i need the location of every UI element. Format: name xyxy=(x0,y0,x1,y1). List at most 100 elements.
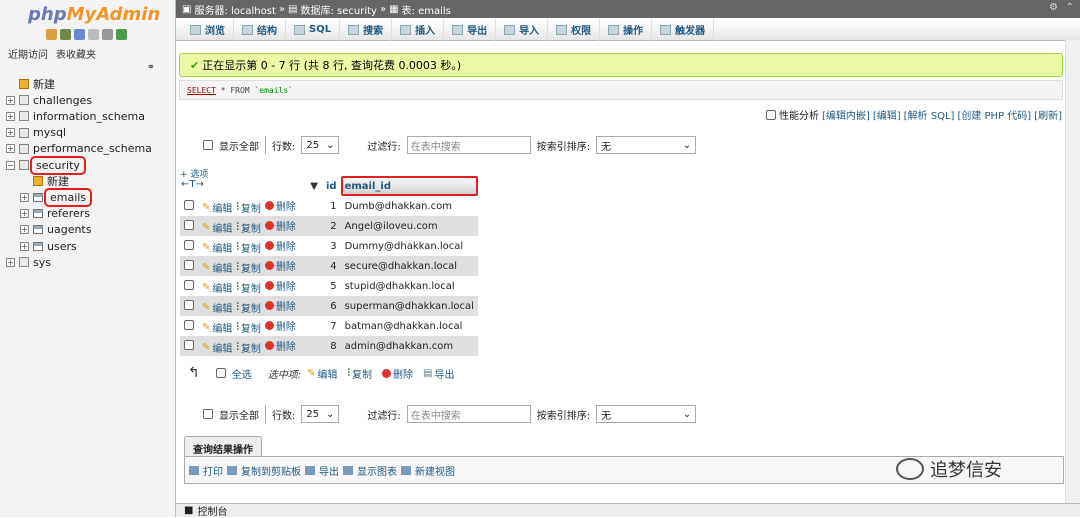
tree-item-label[interactable]: referers xyxy=(47,207,90,220)
sql-keyword[interactable]: SELECT xyxy=(187,86,216,95)
rows-select[interactable]: 25 ⌄ xyxy=(301,405,340,423)
expand-icon[interactable]: + xyxy=(6,95,15,105)
inline-edit-link[interactable]: [编辑内嵌] xyxy=(822,107,870,122)
tree-item-label[interactable]: performance_schema xyxy=(33,142,152,155)
tab-privileges[interactable]: 权限 xyxy=(548,18,601,41)
cell-id[interactable]: 3 xyxy=(322,236,341,256)
tree-item-label[interactable]: information_schema xyxy=(33,110,145,123)
cell-id[interactable]: 4 xyxy=(322,256,341,276)
edit-button[interactable]: ✎ 编辑 xyxy=(202,220,232,235)
delete-button[interactable]: 删除 xyxy=(264,218,296,233)
copy-button[interactable]: ⫶ 复制 xyxy=(236,200,261,215)
copy-button[interactable]: ⫶ 复制 xyxy=(236,280,261,295)
reload-icon[interactable] xyxy=(116,29,127,40)
delete-button[interactable]: 删除 xyxy=(264,298,296,313)
sort-select[interactable]: 无 ⌄ xyxy=(596,405,697,423)
bulk-export-button[interactable]: ▤ 导出 xyxy=(423,366,454,381)
cell-id[interactable]: 2 xyxy=(322,216,341,236)
tree-item-label[interactable]: 新建 xyxy=(33,76,55,92)
tab-sql[interactable]: SQL xyxy=(286,18,341,41)
sort-select[interactable]: 无 ⌄ xyxy=(596,136,697,154)
breadcrumb-table[interactable]: 表: emails xyxy=(402,2,451,17)
row-checkbox[interactable] xyxy=(184,319,194,330)
tree-item-label[interactable]: uagents xyxy=(47,223,91,236)
sql-query-display[interactable]: SELECT * FROM `emails` xyxy=(179,80,1063,100)
tab-import[interactable]: 导入 xyxy=(496,18,549,41)
chain-link-icon[interactable]: ⚭ xyxy=(147,62,155,73)
edit-button[interactable]: ✎ 编辑 xyxy=(202,300,232,315)
edit-button[interactable]: ✎ 编辑 xyxy=(202,200,232,215)
favorites-tab[interactable]: 表收藏夹 xyxy=(54,45,98,62)
tree-item[interactable]: + emails xyxy=(20,187,93,207)
collapse-icon[interactable]: ⌃ xyxy=(1066,2,1074,13)
cell-email[interactable]: secure@dhakkan.local xyxy=(340,256,478,276)
row-checkbox[interactable] xyxy=(184,199,194,210)
refresh-link[interactable]: [刷新] xyxy=(1034,107,1062,122)
cell-email[interactable]: Dumb@dhakkan.com xyxy=(340,196,478,216)
tab-operations[interactable]: 操作 xyxy=(600,18,653,41)
edit-link[interactable]: [编辑] xyxy=(873,107,901,122)
cell-id[interactable]: 5 xyxy=(322,276,341,296)
tab-triggers[interactable]: 触发器 xyxy=(652,18,715,41)
delete-button[interactable]: 删除 xyxy=(264,278,296,293)
expand-icon[interactable]: + xyxy=(20,241,29,251)
explain-sql-link[interactable]: [解析 SQL] xyxy=(904,107,955,122)
profiling-checkbox[interactable] xyxy=(766,109,777,120)
row-checkbox[interactable] xyxy=(184,339,194,350)
tree-item[interactable]: 新建 xyxy=(20,173,69,189)
delete-button[interactable]: 删除 xyxy=(264,238,296,253)
edit-button[interactable]: ✎ 编辑 xyxy=(202,320,232,335)
tree-item[interactable]: + performance_schema xyxy=(6,141,152,157)
copy-button[interactable]: ⫶ 复制 xyxy=(236,260,261,275)
tab-export[interactable]: 导出 xyxy=(444,18,497,41)
collapse-icon[interactable]: − xyxy=(6,160,15,170)
check-all-label[interactable]: 全选 xyxy=(232,366,252,381)
tree-item[interactable]: + challenges xyxy=(6,92,92,108)
tree-item-label[interactable]: security xyxy=(30,155,86,175)
tree-item-label[interactable]: mysql xyxy=(33,126,66,139)
tree-item[interactable]: + sys xyxy=(6,254,51,270)
tree-item[interactable]: 新建 xyxy=(6,76,55,92)
expand-icon[interactable]: + xyxy=(6,111,15,121)
tree-item[interactable]: + referers xyxy=(20,206,90,222)
edit-button[interactable]: ✎ 编辑 xyxy=(202,340,232,355)
home-icon[interactable] xyxy=(46,29,57,40)
expand-icon[interactable]: + xyxy=(20,192,29,202)
tree-item-label[interactable]: users xyxy=(47,240,77,253)
cell-email[interactable]: batman@dhakkan.local xyxy=(340,316,478,336)
expand-icon[interactable]: + xyxy=(20,225,29,235)
bulk-edit-button[interactable]: ✎ 编辑 xyxy=(307,366,337,381)
rows-select[interactable]: 25 ⌄ xyxy=(301,136,340,154)
cell-email[interactable]: superman@dhakkan.local xyxy=(340,296,478,316)
row-checkbox[interactable] xyxy=(184,279,194,290)
show-all-checkbox[interactable] xyxy=(203,140,213,150)
copy-to-clipboard-link[interactable]: 复制到剪贴板 xyxy=(241,463,301,478)
scrollbar[interactable] xyxy=(1065,40,1080,503)
settings-gear-icon[interactable]: ⚙ xyxy=(1049,2,1058,13)
create-php-link[interactable]: [创建 PHP 代码] xyxy=(957,107,1031,122)
cell-email[interactable]: admin@dhakkan.com xyxy=(340,336,478,356)
tree-item-label[interactable]: 新建 xyxy=(47,173,69,189)
copy-button[interactable]: ⫶ 复制 xyxy=(236,240,261,255)
column-header-email_id[interactable]: email_id xyxy=(340,176,478,196)
phpmyadmin-logo[interactable]: phpMyAdmin xyxy=(28,4,160,25)
expand-icon[interactable]: + xyxy=(20,209,29,219)
row-checkbox[interactable] xyxy=(184,219,194,230)
tab-insert[interactable]: 插入 xyxy=(392,18,445,41)
display-chart-link[interactable]: 显示图表 xyxy=(357,463,397,478)
breadcrumb-database[interactable]: 数据库: security xyxy=(300,2,376,17)
delete-button[interactable]: 删除 xyxy=(264,338,296,353)
docs-icon[interactable] xyxy=(88,29,99,40)
row-checkbox[interactable] xyxy=(184,239,194,250)
row-checkbox[interactable] xyxy=(184,299,194,310)
cell-id[interactable]: 8 xyxy=(322,336,341,356)
tree-item[interactable]: + mysql xyxy=(6,125,66,141)
delete-button[interactable]: 删除 xyxy=(264,198,296,213)
column-header-id[interactable]: id xyxy=(322,176,341,196)
print-link[interactable]: 打印 xyxy=(203,463,223,478)
breadcrumb-server[interactable]: 服务器: localhost xyxy=(194,2,275,17)
tab-search[interactable]: 搜索 xyxy=(340,18,393,41)
expand-icon[interactable]: + xyxy=(6,257,15,267)
settings-gear-icon[interactable] xyxy=(102,29,113,40)
cell-id[interactable]: 6 xyxy=(322,296,341,316)
